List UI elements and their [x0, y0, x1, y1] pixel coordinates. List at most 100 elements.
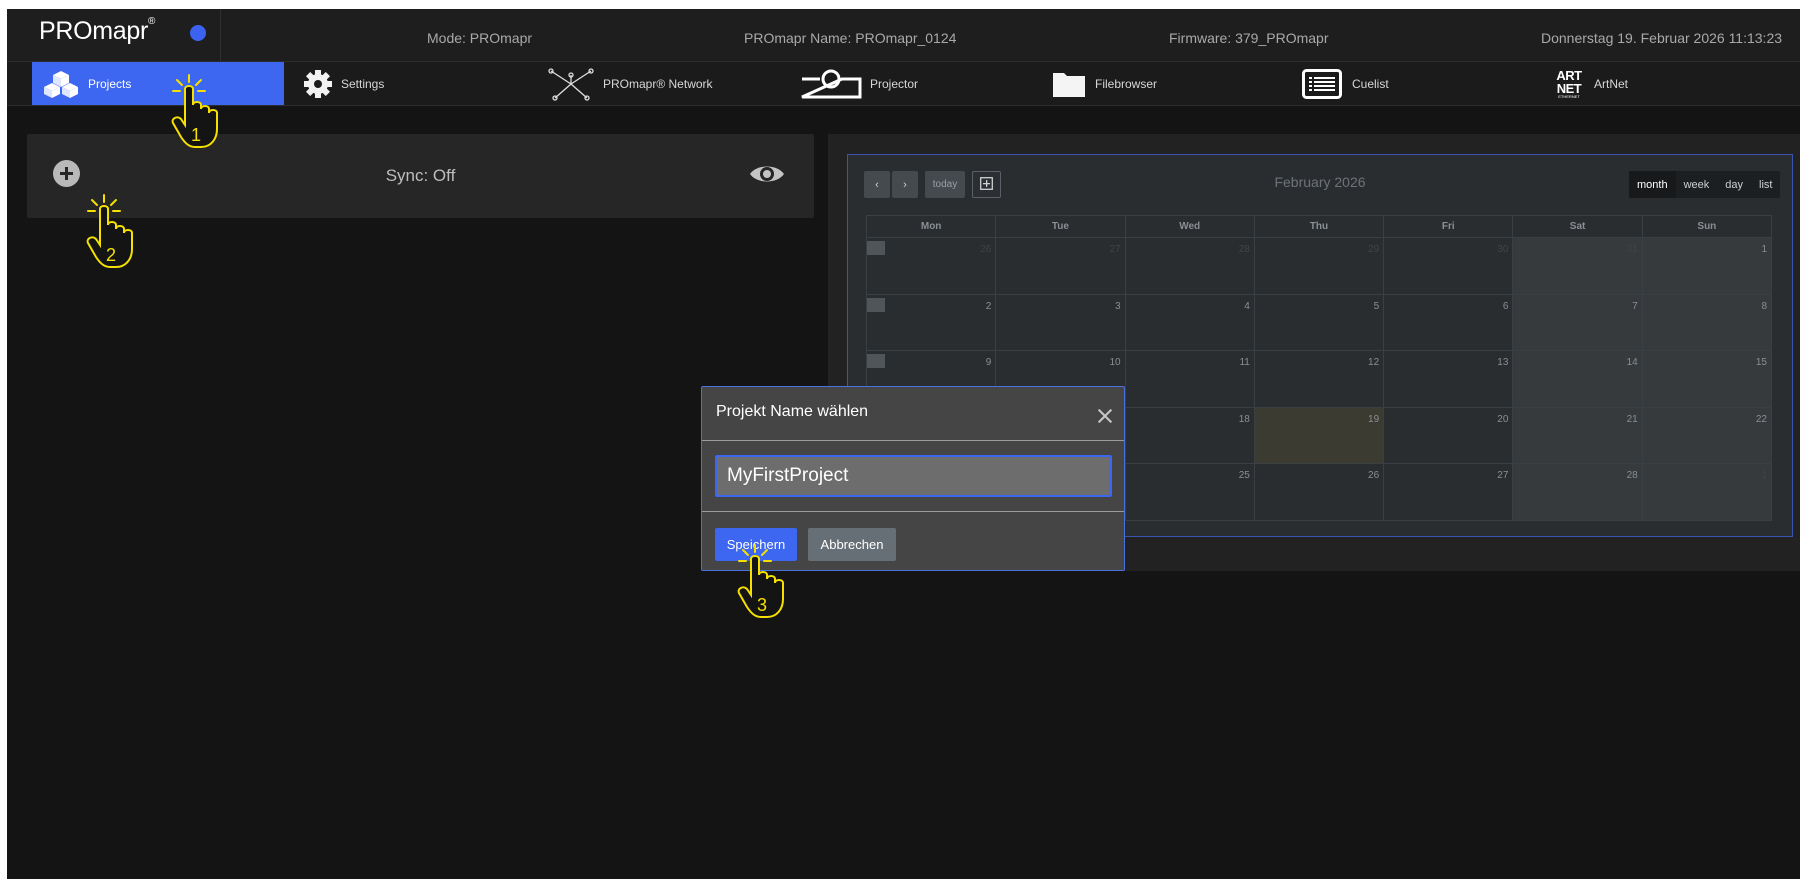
calendar-day-cell[interactable]: 28 [1125, 238, 1255, 295]
nav-tab-settings[interactable]: Settings [295, 62, 445, 105]
calendar-day-cell[interactable]: 6 [1384, 294, 1514, 352]
nav-label-artnet: ArtNet [1594, 76, 1629, 91]
cubes-icon [43, 69, 79, 99]
calendar-day-cell[interactable]: 8 [1642, 294, 1772, 352]
calendar-day-cell[interactable]: 14 [1513, 351, 1643, 408]
calendar-day-cell[interactable]: 27 [1384, 464, 1514, 521]
day-number: 20 [1497, 413, 1509, 425]
calendar-day-cell[interactable]: 27 [996, 238, 1126, 295]
day-number: 26 [980, 244, 992, 255]
dialog-divider [702, 511, 1124, 512]
main-nav: Projects Settings PROmapr® Network Proje… [7, 61, 1800, 106]
trademark-symbol: ® [148, 15, 156, 27]
app-name: PROmapr [39, 17, 149, 45]
calendar-day-cell[interactable]: 13 [1384, 351, 1514, 408]
day-number: 27 [1109, 244, 1121, 255]
dialog-divider [702, 440, 1124, 441]
day-number: 8 [1761, 300, 1767, 312]
sync-status-label: Sync: Off [385, 166, 456, 185]
datetime-label: Donnerstag 19. Februar 2026 11:13:23 [1541, 30, 1783, 46]
nav-label-projects: Projects [88, 76, 132, 91]
day-number: 30 [1497, 244, 1509, 255]
cancel-button[interactable]: Abbrechen [808, 528, 896, 561]
day-number: 26 [1368, 470, 1380, 482]
chevron-left-icon: ‹ [875, 178, 879, 191]
calendar-day-cell[interactable]: 15 [1642, 351, 1772, 408]
calendar-today-button[interactable]: today [925, 171, 965, 198]
calendar-day-cell[interactable]: 31 [1513, 238, 1643, 295]
nav-label-network: PROmapr® Network [603, 76, 713, 91]
day-number: 27 [1497, 470, 1509, 482]
nav-tab-network[interactable]: PROmapr® Network [547, 62, 737, 105]
calendar-day-cell[interactable]: 3 [996, 294, 1126, 352]
week-number-badge [867, 241, 885, 255]
nav-tab-artnet[interactable]: ART NET ETHERNET ArtNet [1554, 62, 1674, 105]
day-number: 10 [1109, 357, 1121, 369]
weekday-header: Sun [1642, 216, 1772, 238]
pointer-hand-icon: 1 [171, 74, 218, 148]
view-month-button[interactable]: month [1629, 171, 1676, 198]
day-number: 6 [1502, 300, 1509, 312]
day-number: 5 [1373, 300, 1380, 312]
nav-tab-cuelist[interactable]: Cuelist [1302, 62, 1422, 105]
chevron-right-icon: › [903, 178, 907, 191]
calendar-day-cell[interactable]: 2 [867, 294, 997, 352]
calendar-day-cell[interactable]: 28 [1513, 464, 1643, 521]
calendar-day-cell[interactable]: 25 [1125, 464, 1255, 521]
artnet-logo-sub: ETHERNET [1558, 93, 1580, 99]
day-number: 28 [1626, 470, 1638, 482]
calendar-day-cell[interactable]: 18 [1125, 407, 1255, 465]
nav-label-settings: Settings [341, 76, 385, 91]
calendar-day-cell[interactable]: 29 [1254, 238, 1385, 295]
nav-tab-filebrowser[interactable]: Filebrowser [1052, 62, 1192, 105]
day-number: 25 [1238, 470, 1250, 482]
calendar-day-cell[interactable]: 4 [1125, 294, 1255, 352]
calendar-add-event-button[interactable] [972, 171, 1001, 198]
list-icon [1302, 68, 1342, 99]
calendar-day-cell[interactable]: 30 [1384, 238, 1514, 295]
calendar-day-cell[interactable]: 12 [1254, 351, 1385, 408]
day-number: 15 [1755, 357, 1767, 369]
connection-status-indicator [190, 25, 206, 41]
gear-icon [303, 69, 333, 99]
view-day-button[interactable]: day [1717, 171, 1751, 198]
projector-icon [800, 69, 862, 99]
eye-icon[interactable] [749, 162, 785, 191]
day-number: 13 [1497, 357, 1509, 369]
weekday-header: Fri [1384, 216, 1514, 238]
nav-label-cuelist: Cuelist [1352, 76, 1389, 91]
calendar-day-cell[interactable]: 5 [1254, 294, 1385, 352]
calendar-day-cell[interactable]: 11 [1125, 351, 1255, 408]
day-number: 29 [1368, 244, 1380, 255]
artnet-logo: ART NET ETHERNET [1554, 69, 1584, 99]
project-name-input[interactable] [715, 455, 1112, 497]
calendar-today-cell[interactable]: 19 [1254, 407, 1385, 465]
calendar-day-cell[interactable]: 20 [1384, 407, 1514, 465]
day-number: 18 [1238, 413, 1250, 425]
calendar-day-cell[interactable]: 26 [867, 238, 997, 295]
firmware-label: Firmware: 379_PROmapr [1169, 30, 1329, 46]
close-icon[interactable] [1098, 409, 1112, 423]
day-number: 11 [1239, 357, 1250, 369]
calendar-day-cell[interactable]: 1 [1642, 238, 1772, 295]
plus-square-icon [980, 176, 993, 193]
nav-tab-projector[interactable]: Projector [800, 62, 940, 105]
day-number: 7 [1632, 300, 1638, 312]
nav-tab-projects[interactable]: Projects [32, 62, 284, 105]
calendar-day-cell[interactable]: 22 [1642, 407, 1772, 465]
device-name-label: PROmapr Name: PROmapr_0124 [744, 30, 957, 46]
calendar-day-cell[interactable]: 26 [1254, 464, 1385, 521]
day-number: 12 [1368, 357, 1380, 369]
day-number: 22 [1755, 413, 1767, 425]
calendar-day-cell[interactable]: 7 [1513, 294, 1643, 352]
view-list-button[interactable]: list [1751, 171, 1780, 198]
calendar-next-button[interactable]: › [892, 171, 918, 198]
nav-label-projector: Projector [870, 76, 919, 91]
view-week-button[interactable]: week [1676, 171, 1718, 198]
calendar-day-cell[interactable]: 21 [1513, 407, 1643, 465]
artnet-logo-top: ART [1556, 67, 1582, 83]
week-number-badge [867, 297, 885, 312]
pointer-hand-icon: 2 [86, 194, 133, 268]
calendar-day-cell[interactable]: 1 [1642, 464, 1772, 521]
calendar-prev-button[interactable]: ‹ [864, 171, 890, 198]
